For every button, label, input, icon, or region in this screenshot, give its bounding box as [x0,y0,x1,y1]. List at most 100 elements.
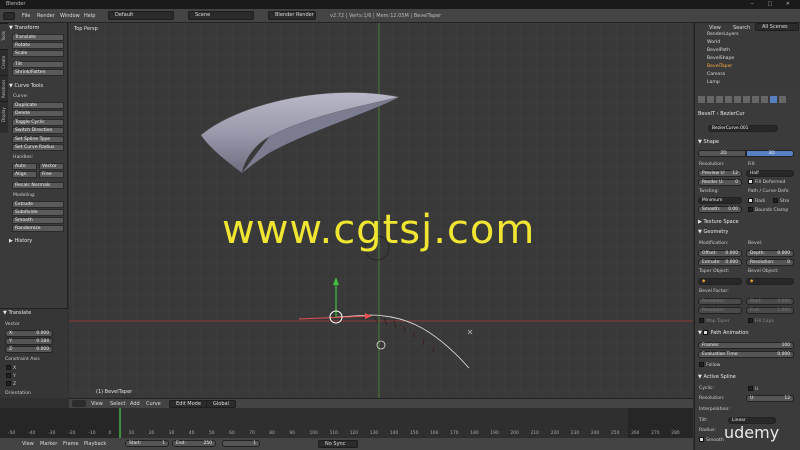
set-curve-radius-button[interactable]: Set Curve Radius [12,144,64,151]
subdivide-button[interactable]: Subdivide [12,209,64,216]
twist-method-select[interactable]: Minimum [698,197,742,204]
curve-data-name-field[interactable]: BezierCurve.001 [708,125,778,132]
taper-object-field[interactable]: ◆ [698,278,742,285]
smooth-button[interactable]: Smooth [12,217,64,224]
vp-menu-select[interactable]: Select [110,400,125,408]
fill-caps-checkbox[interactable]: Fill Caps [748,318,774,324]
stretch-checkbox[interactable]: Stre [773,198,789,204]
3d-toggle[interactable]: 3D [746,150,794,157]
frames-field[interactable]: Frames: 100 [698,342,794,349]
orientation-select[interactable]: Global [206,400,236,408]
tl-menu-view[interactable]: View [22,440,34,448]
vector-z-field[interactable]: Z: 0.000 [5,346,53,353]
fill-mode-select[interactable]: Half [746,170,794,177]
outliner-item-renderlayers[interactable]: RenderLayers [707,31,739,38]
history-panel-header[interactable]: ▶ History [9,237,67,245]
handle-align-button[interactable]: Align [12,171,37,178]
evaluation-time-field[interactable]: Evaluation Time: 0.000 [698,351,794,358]
tl-menu-playback[interactable]: Playback [84,440,106,448]
current-frame-field[interactable]: 1 [222,440,260,447]
outliner-item-world[interactable]: World [707,39,720,46]
transform-panel-header[interactable]: ▼ Transform [9,24,67,32]
operator-panel-header[interactable]: ▼ Translate [3,309,61,317]
bevel-resolution-field[interactable]: Resolution: 0 [746,259,794,266]
bounds-clamp-checkbox[interactable]: Bounds Clamp [748,207,788,213]
set-spline-type-button[interactable]: Set Spline Type [12,136,64,143]
menu-render[interactable]: Render [37,12,55,20]
outliner-item-bevelpath[interactable]: BevelPath [707,47,730,54]
extrude-field[interactable]: Extrude: 0.000 [698,259,742,266]
vp-menu-curve[interactable]: Curve [146,400,161,408]
outliner-item-bevelshape[interactable]: BevelShape [707,55,734,62]
active-spline-panel-header[interactable]: ▼ Active Spline [698,374,796,380]
delete-button[interactable]: Delete [12,110,64,117]
menu-file[interactable]: File [22,12,30,20]
path-animation-panel-header[interactable]: ▼ Path Animation [698,330,796,336]
curve-tools-panel-header[interactable]: ▼ Curve Tools [9,82,67,90]
twist-smooth-field[interactable]: Smooth: 0.00 [698,206,742,213]
tab-display[interactable]: Display [0,101,8,127]
tab-relations[interactable]: Relations [0,75,8,101]
tab-tools[interactable]: Tools [0,23,8,49]
shape-panel-header[interactable]: ▼ Shape [698,139,796,145]
start-frame-field[interactable]: Start: 1 [125,440,169,447]
preview-u-field[interactable]: Preview U: 12 [698,170,742,177]
tilt-button[interactable]: Tilt [12,61,64,68]
follow-checkbox[interactable]: Follow [699,362,720,368]
smooth-checkbox[interactable]: Smooth [699,437,724,443]
depth-field[interactable]: Depth: 0.000 [746,250,794,257]
menu-help[interactable]: Help [84,12,95,20]
texture-space-panel-header[interactable]: ▶ Texture Space [698,219,796,225]
layout-selector[interactable]: Default [108,11,174,20]
translate-button[interactable]: Translate [12,34,64,41]
tl-menu-marker[interactable]: Marker [40,440,57,448]
bevel-factor-mapping-start[interactable]: Resolution [698,298,742,305]
shrink-fatten-button[interactable]: Shrink/Fatten [12,69,64,76]
vector-y-field[interactable]: Y: 0.184 [5,338,53,345]
vp-menu-add[interactable]: Add [130,400,140,408]
viewport-editor-icon[interactable] [72,400,86,407]
editor-type-icon[interactable] [3,12,15,20]
bevel-factor-start-field[interactable]: Start: 0.000 [746,298,794,305]
render-engine-select[interactable]: Blender Render [268,11,316,20]
randomize-button[interactable]: Randomize [12,225,64,232]
outliner-item-camera[interactable]: Camera [707,71,725,78]
handle-auto-button[interactable]: Auto [12,163,37,170]
duplicate-button[interactable]: Duplicate [12,102,64,109]
vector-x-field[interactable]: X: 0.000 [5,330,53,337]
vp-menu-view[interactable]: View [91,400,103,408]
recalc-normals-button[interactable]: Recalc Normals [12,182,64,189]
extrude-button[interactable]: Extrude [12,201,64,208]
cyclic-u-checkbox[interactable]: U [748,386,758,392]
sync-select[interactable]: No Sync [318,440,358,448]
menu-window[interactable]: Window [60,12,80,20]
handle-free-button[interactable]: Free [39,171,64,178]
rotate-button[interactable]: Rotate [12,42,64,49]
geometry-panel-header[interactable]: ▼ Geometry [698,229,796,235]
offset-field[interactable]: Offset: 0.000 [698,250,742,257]
mode-select[interactable]: Edit Mode [169,400,209,408]
constraint-x-checkbox[interactable]: X [6,365,16,371]
constraint-y-checkbox[interactable]: Y [6,373,16,379]
end-frame-field[interactable]: End: 250 [172,440,216,447]
radius-checkbox[interactable]: Radi [748,198,765,204]
outliner-filter[interactable]: All Scenes [755,23,799,31]
bevel-object-field[interactable]: ◆ [746,278,794,285]
tab-create[interactable]: Create [0,49,8,75]
bevel-factor-end-field[interactable]: End: 1.000 [746,307,794,314]
handle-vector-button[interactable]: Vector [39,163,64,170]
constraint-z-checkbox[interactable]: Z [6,381,16,387]
scene-selector[interactable]: Scene [188,11,254,20]
render-u-field[interactable]: Render U: 0 [698,179,742,186]
spline-resolution-u-field[interactable]: U: 12 [746,395,794,402]
window-controls[interactable]: ‒ □ ✕ [751,0,796,9]
2d-toggle[interactable]: 2D [698,150,746,157]
bevel-factor-mapping-end[interactable]: Resolution [698,307,742,314]
toggle-cyclic-button[interactable]: Toggle Cyclic [12,119,64,126]
timeline[interactable]: -50 -40 -30 -20 -10 0 10 20 30 40 50 60 70 80 90 100 110… [0,408,693,438]
properties-context-tabs[interactable] [698,96,796,104]
switch-direction-button[interactable]: Switch Direction [12,127,64,134]
tl-menu-frame[interactable]: Frame [63,440,79,448]
outliner-item-beveltaper[interactable]: BevelTaper [707,63,732,70]
fill-deformed-checkbox[interactable]: Fill Deformed [748,179,785,185]
